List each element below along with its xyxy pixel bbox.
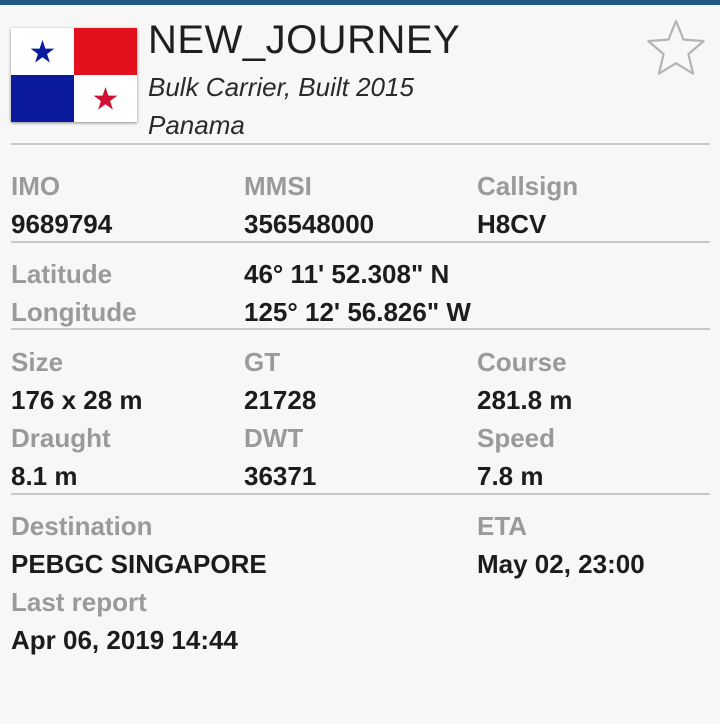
destination-value: PEBGC SINGAPORE [11,549,267,579]
longitude-value: 125° 12' 56.826" W [244,297,471,327]
draught-label: Draught [11,423,111,453]
callsign-value: H8CV [477,209,547,239]
size-value: 176 x 28 m [11,385,143,415]
size-label: Size [11,347,64,377]
vessel-name: NEW_JOURNEY [148,18,461,62]
favorite-star-icon[interactable] [645,18,707,78]
divider [11,143,710,145]
dwt-label: DWT [244,423,304,453]
vessel-type-built: Bulk Carrier, Built 2015 [148,72,414,102]
divider [11,493,710,495]
panama-flag-icon [11,28,137,122]
course-label: Course [477,347,567,377]
gt-value: 21728 [244,385,317,415]
dwt-value: 36371 [244,461,317,491]
mmsi-label: MMSI [244,171,312,201]
divider [11,241,710,243]
latitude-value: 46° 11' 52.308" N [244,259,450,289]
callsign-label: Callsign [477,171,579,201]
last-report-label: Last report [11,587,147,617]
speed-label: Speed [477,423,556,453]
last-report-value: Apr 06, 2019 14:44 [11,625,238,655]
eta-label: ETA [477,511,528,541]
imo-label: IMO [11,171,61,201]
latitude-label: Latitude [11,259,113,289]
eta-value: May 02, 23:00 [477,549,645,579]
mmsi-value: 356548000 [244,209,375,239]
destination-label: Destination [11,511,153,541]
imo-value: 9689794 [11,209,113,239]
gt-label: GT [244,347,281,377]
top-accent-bar [0,0,720,5]
longitude-label: Longitude [11,297,137,327]
divider [11,328,710,330]
flag-country: Panama [148,110,245,140]
draught-value: 8.1 m [11,461,78,491]
course-value: 281.8 m [477,385,573,415]
speed-value: 7.8 m [477,461,544,491]
